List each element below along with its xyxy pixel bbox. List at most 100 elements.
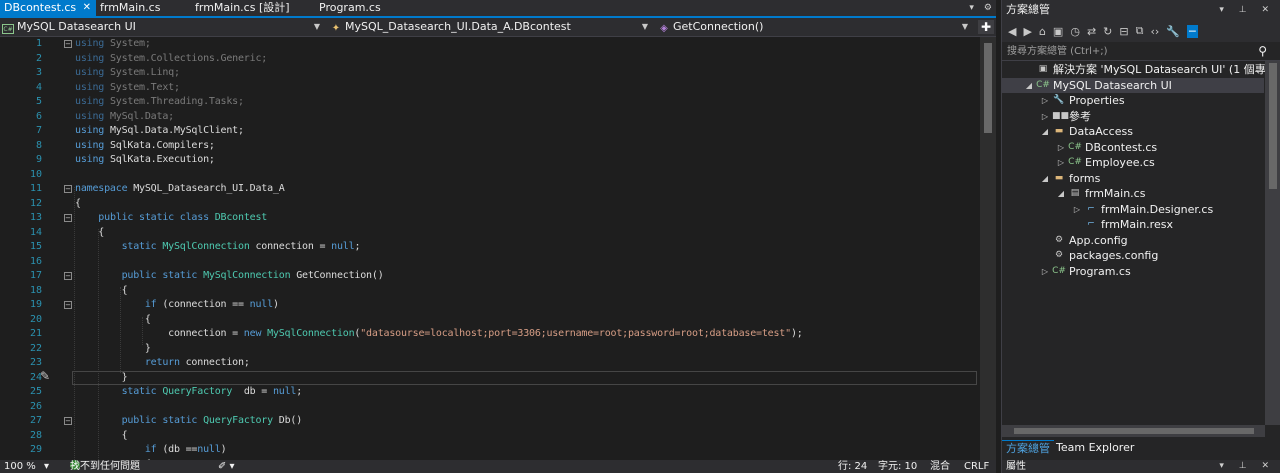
tree-horizontal-scrollbar[interactable] [1002,425,1265,437]
code-line[interactable]: 26 [0,400,980,415]
fold-toggle-icon[interactable]: − [64,40,72,48]
zoom-level[interactable]: 100 % [4,460,36,473]
collapse-all-icon[interactable]: ⊟ [1119,25,1128,38]
tree-item[interactable]: ⌐ frmMain.resx [1002,217,1264,233]
code-line[interactable]: 4 using System.Text; [0,81,980,96]
refresh-icon[interactable]: ↻ [1103,25,1112,38]
expand-arrow-icon[interactable]: ▷ [1040,93,1050,109]
code-line[interactable]: 23 return connection; [0,356,980,371]
code-line[interactable]: 6 using MySql.Data; [0,110,980,125]
preview-selected-icon[interactable]: ─ [1186,24,1198,38]
tree-item[interactable]: ◢ ▬ DataAccess [1002,124,1264,140]
expand-arrow-icon[interactable]: ▷ [1056,140,1066,156]
tree-item[interactable]: ◢ ▬ forms [1002,171,1264,187]
tree-item[interactable]: ▷ C# Employee.cs [1002,155,1264,171]
home-icon[interactable]: ⌂ [1039,25,1046,38]
tab-solution-explorer[interactable]: 方案總管 [1002,440,1054,456]
code-line[interactable]: 3 using System.Linq; [0,66,980,81]
tree-item[interactable]: ◢ ▤ frmMain.cs [1002,186,1264,202]
view-code-icon[interactable]: ‹› [1150,25,1159,38]
fold-toggle-icon[interactable]: − [64,214,72,222]
tab-frmmain-design[interactable]: frmMain.cs [設計] [191,0,315,16]
tree-item[interactable]: ⚙ App.config [1002,233,1264,249]
fold-toggle-icon[interactable]: − [64,417,72,425]
code-line[interactable]: 20 { [0,313,980,328]
expand-arrow-icon[interactable]: ▷ [1072,202,1082,218]
search-icon[interactable]: ⚲ [1258,42,1267,61]
code-line[interactable]: 17 − public static MySqlConnection GetCon… [0,269,980,284]
scrollbar-thumb[interactable] [984,43,992,133]
cleanup-brush-icon[interactable]: ✐ ▾ [218,460,235,473]
project-dropdown[interactable]: C# MySQL Datasearch UI ▼ [2,18,324,36]
scrollbar-thumb[interactable] [1269,63,1277,189]
code-line[interactable]: 14 { [0,226,980,241]
solution-search-input[interactable]: 搜尋方案總管 (Ctrl+;) ⚲ [1002,42,1280,61]
code-line[interactable]: 22 } [0,342,980,357]
code-line[interactable]: 21 connection = new MySqlConnection("dat… [0,327,980,342]
tree-item[interactable]: ▷ 🔧 Properties [1002,93,1264,109]
code-line[interactable]: 27 − public static QueryFactory Db() [0,414,980,429]
panel-window-buttons[interactable]: ▾ ⊥ ✕ [1219,460,1275,473]
panel-window-buttons[interactable]: ▾ ⊥ ✕ [1219,0,1275,20]
tab-dbcontest[interactable]: DBcontest.cs ✕ [0,0,96,16]
forward-icon[interactable]: ▶ [1023,25,1031,38]
collapse-arrow-icon[interactable]: ◢ [1056,186,1066,202]
close-icon[interactable]: ✕ [83,0,91,16]
tab-team-explorer[interactable]: Team Explorer [1052,440,1138,455]
code-editor[interactable]: ✎ 1− using System; 2 using System.Collectio… [0,37,996,460]
sync-icon[interactable]: ⇄ [1087,25,1096,38]
code-line[interactable]: 9 using SqlKata.Execution; [0,153,980,168]
editor-scrollbar[interactable] [980,37,996,460]
collapse-arrow-icon[interactable]: ◢ [1040,124,1050,140]
expand-arrow-icon[interactable]: ▷ [1040,264,1050,280]
code-line[interactable]: 1 − using System; [0,37,980,52]
code-line[interactable]: 5 using System.Threading.Tasks; [0,95,980,110]
settings-gear-icon[interactable]: ⚙ [984,3,992,13]
tree-item[interactable]: ⚙ packages.config [1002,248,1264,264]
tree-item[interactable]: ◢ C# MySQL Datasearch UI [1002,77,1264,94]
whitespace-mode[interactable]: 混合 [930,460,950,473]
fold-toggle-icon[interactable]: − [64,185,72,193]
tree-item[interactable]: ▷ C# Program.cs [1002,264,1264,280]
tree-item[interactable]: ▷ ■■ 參考 [1002,109,1264,125]
back-icon[interactable]: ◀ [1008,25,1016,38]
collapse-arrow-icon[interactable]: ◢ [1040,171,1050,187]
zoom-dropdown-icon[interactable]: ▾ [44,460,49,473]
member-dropdown[interactable]: ◈ GetConnection() ▼ [658,18,972,36]
code-line[interactable]: 19 − if (connection == null) [0,298,980,313]
split-editor-icon[interactable]: ✚ [978,20,994,34]
tab-list-dropdown-icon[interactable]: ▾ [969,3,974,13]
history-icon[interactable]: ◷ [1070,25,1080,38]
show-all-files-icon[interactable]: ⧉ [1136,24,1144,38]
code-line[interactable]: 8 using SqlKata.Compilers; [0,139,980,154]
code-line[interactable]: 7 using MySql.Data.MySqlClient; [0,124,980,139]
scrollbar-thumb[interactable] [1014,428,1254,434]
fold-toggle-icon[interactable]: − [64,301,72,309]
code-line[interactable]: 24 } [0,370,980,386]
line-ending[interactable]: CRLF [964,460,989,473]
code-line[interactable]: 18 { [0,284,980,299]
expand-arrow-icon[interactable]: ▷ [1056,155,1066,171]
code-line[interactable]: 12 { [0,197,980,212]
code-line[interactable]: 2 using System.Collections.Generic; [0,52,980,67]
tab-program[interactable]: Program.cs [315,0,455,16]
code-line[interactable]: 25 static QueryFactory db = null; [0,385,980,400]
code-line[interactable]: 28 { [0,429,980,444]
code-line[interactable]: 15 static MySqlConnection connection = n… [0,240,980,255]
tab-frmmain[interactable]: frmMain.cs [96,0,191,16]
code-line[interactable]: 11 − namespace MySQL_Datasearch_UI.Data_A [0,182,980,197]
collapse-arrow-icon[interactable]: ◢ [1024,78,1034,94]
type-dropdown[interactable]: ✦ MySQL_Datasearch_UI.Data_A.DBcontest ▼ [330,18,652,36]
tree-item[interactable]: ▷ C# DBcontest.cs [1002,140,1264,156]
code-line[interactable]: 13 − public static class DBcontest [0,211,980,226]
code-line[interactable]: 10 [0,168,980,183]
code-line[interactable]: 16 [0,255,980,270]
fold-toggle-icon[interactable]: − [64,272,72,280]
code-line[interactable]: 29 if (db ==null) [0,443,980,458]
tree-item[interactable]: ▷ ⌐ frmMain.Designer.cs [1002,202,1264,218]
properties-wrench-icon[interactable]: 🔧 [1166,25,1180,38]
expand-arrow-icon[interactable]: ▷ [1040,109,1050,125]
tree-item[interactable]: ▣ 解決方案 'MySQL Datasearch UI' (1 個專案，共 1 個… [1002,62,1280,78]
switch-views-icon[interactable]: ▣ [1053,25,1063,38]
tree-vertical-scrollbar[interactable] [1265,61,1280,425]
